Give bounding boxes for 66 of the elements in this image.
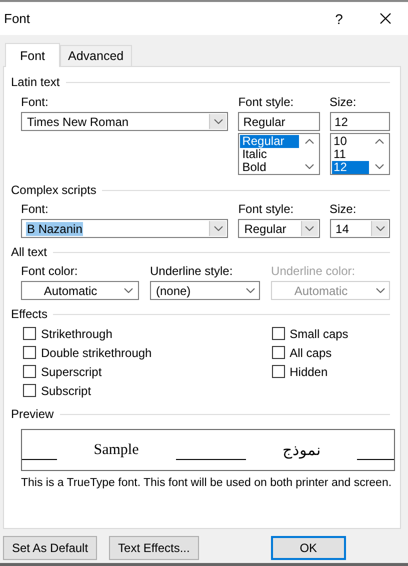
tab[interactable]: Advanced (60, 45, 132, 67)
field-label: Font style: (238, 95, 295, 109)
dropdown-caret-icon (376, 226, 384, 231)
help-button[interactable]: ? (316, 10, 362, 26)
dropdown-caret-icon (305, 226, 314, 231)
font-style-combo[interactable]: Regular (238, 219, 320, 238)
scroll-down-icon (375, 164, 384, 169)
size-field[interactable]: 12 (330, 112, 390, 131)
checkbox-label: Small caps (290, 326, 348, 340)
list-item[interactable]: Regular (240, 135, 299, 148)
preview-sample: Sample (94, 442, 139, 458)
scroll-down-icon (304, 164, 314, 169)
size-combo[interactable]: 14 (330, 219, 390, 238)
dropdown-caret-icon (124, 288, 134, 293)
dropdown-caret-icon (214, 119, 223, 124)
field-label: Font style: (238, 202, 295, 216)
dialog-button[interactable]: Set As Default (3, 536, 98, 560)
dialog-button[interactable]: Text Effects... (109, 536, 199, 560)
checkbox[interactable]: Strikethrough (23, 327, 272, 340)
list-item[interactable]: 11 (332, 148, 369, 161)
field-label: Font: (21, 95, 50, 109)
field-label: Underline style: (150, 264, 234, 278)
dropdown-caret-icon (246, 288, 255, 293)
checkbox[interactable]: Hidden (272, 365, 390, 378)
font-combo[interactable]: B Nazanin (21, 219, 228, 238)
checkbox[interactable]: All caps (272, 346, 390, 359)
font-style-field[interactable]: Regular (238, 112, 320, 131)
size-list[interactable]: 10 11 12 (330, 133, 390, 175)
checkbox-label: Subscript (41, 384, 92, 398)
section-heading: Preview (11, 407, 54, 421)
field-label: Size: (330, 95, 358, 109)
checkbox[interactable]: Subscript (23, 384, 272, 397)
font-style-list[interactable]: Regular Italic Bold (238, 133, 320, 175)
checkbox-label: Hidden (290, 364, 328, 378)
dropdown-caret-icon (376, 288, 384, 293)
dropdown-caret-icon (214, 226, 223, 231)
checkbox[interactable]: Small caps (272, 327, 390, 340)
list-item[interactable]: 10 (332, 135, 369, 148)
checkbox-label: Double strikethrough (41, 346, 152, 360)
section-heading: Effects (11, 307, 48, 321)
list-item[interactable]: Italic (240, 148, 299, 161)
preview-sample: نموذج (282, 442, 320, 460)
underline-style-combo[interactable]: (none) (150, 281, 260, 300)
field-label: Font: (21, 202, 50, 216)
checkbox[interactable]: Superscript (23, 365, 272, 378)
scroll-up-icon (375, 139, 384, 144)
font-combo[interactable]: Times New Roman (21, 112, 228, 131)
field-label: Font color: (21, 264, 79, 278)
section-heading: All text (11, 245, 48, 259)
font-note: This is a TrueType font. This font will be used on both printer and screen. (21, 477, 390, 489)
field-label: Underline color: (271, 264, 356, 278)
scroll-up-icon (304, 139, 314, 144)
window-title: Font (4, 11, 32, 26)
checkbox-label: All caps (290, 346, 332, 360)
close-icon[interactable] (380, 13, 390, 24)
list-item[interactable]: 12 (332, 161, 369, 174)
tab[interactable]: Font (5, 43, 60, 67)
checkbox-label: Superscript (41, 364, 102, 378)
font-color-combo[interactable]: Automatic (21, 281, 139, 300)
field-label: Size: (330, 202, 358, 216)
checkbox[interactable]: Double strikethrough (23, 346, 272, 359)
section-heading: Complex scripts (11, 183, 96, 197)
dialog-button[interactable]: OK (270, 536, 346, 560)
list-item[interactable]: Bold (240, 161, 299, 174)
checkbox-label: Strikethrough (41, 326, 112, 340)
section-heading: Latin text (11, 75, 60, 89)
